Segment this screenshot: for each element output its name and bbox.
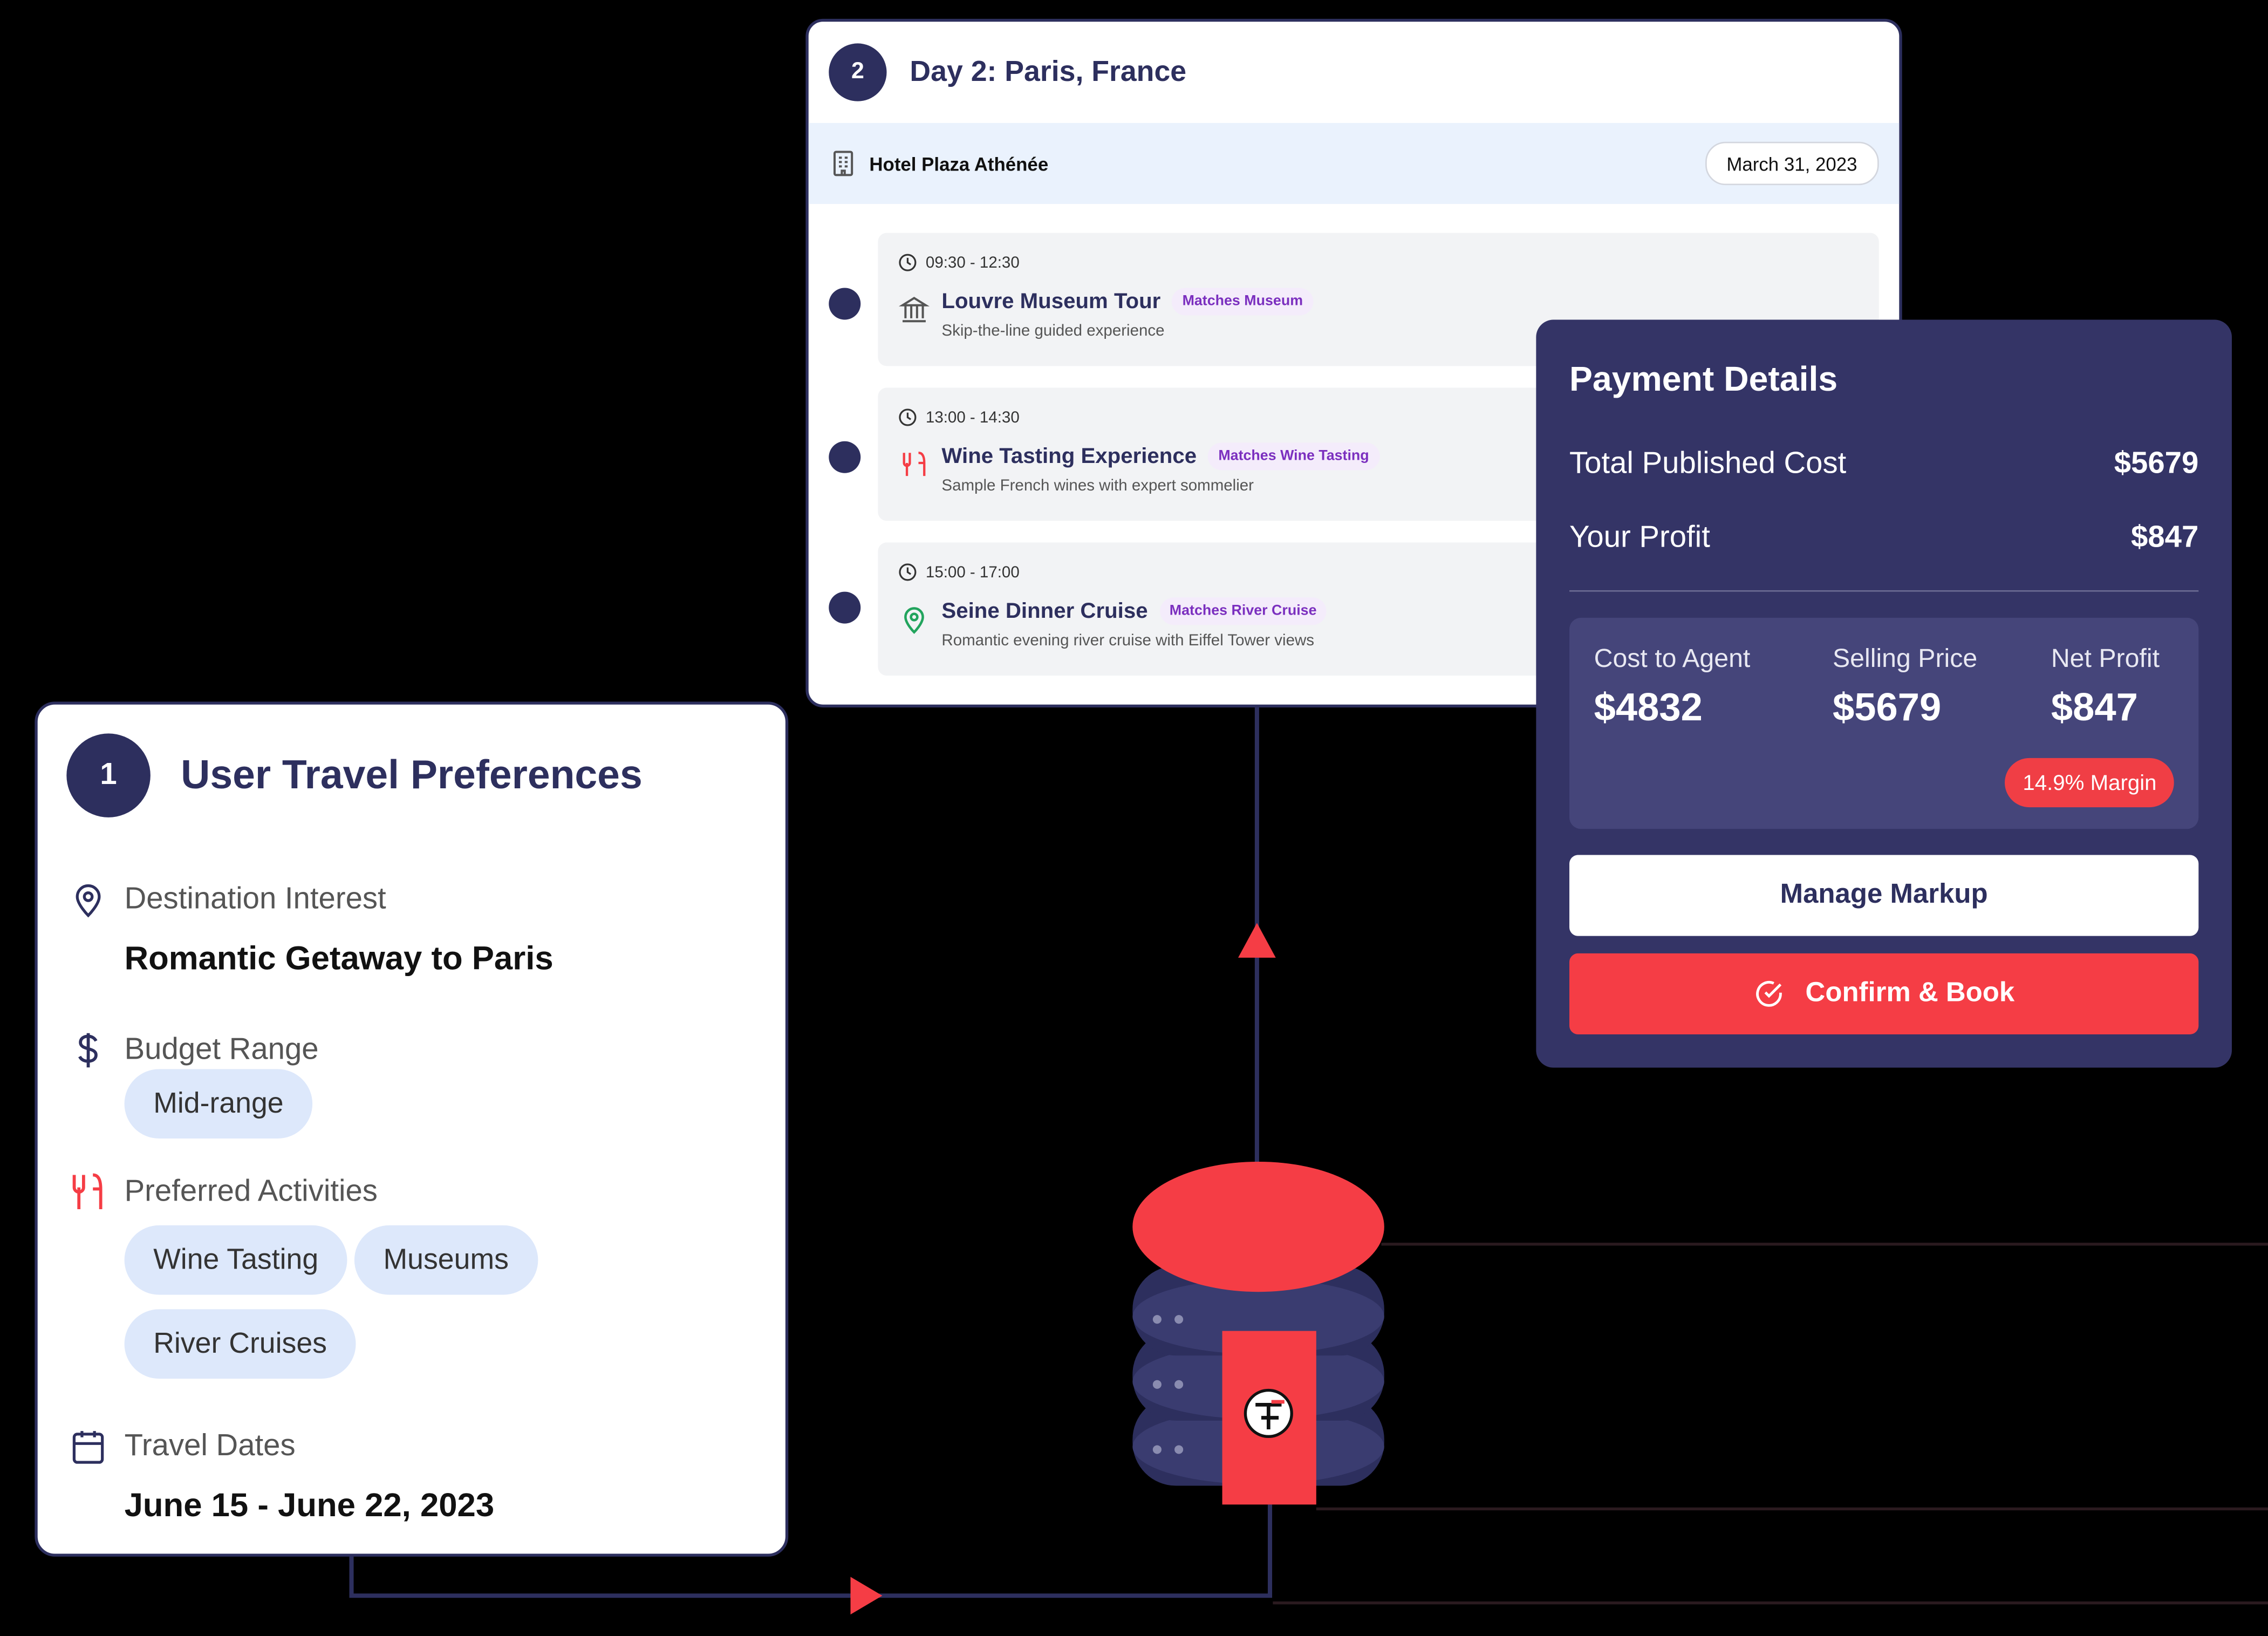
match-badge: Matches Wine Tasting (1208, 442, 1379, 471)
utensils-icon (903, 452, 926, 476)
dollar-icon (78, 1033, 98, 1068)
total-cost-row: Total Published Cost $5679 (1569, 447, 2198, 481)
timeline-dot (829, 441, 861, 473)
check-circle-icon (1756, 981, 1782, 1007)
database-icon (1132, 1161, 1384, 1505)
activity-chip[interactable]: River Cruises (124, 1309, 356, 1379)
profit-row: Your Profit $847 (1569, 521, 2198, 555)
divider (1569, 590, 2199, 592)
map-pin-icon (76, 884, 101, 918)
activity-description: Skip-the-line guided experience (941, 322, 1165, 340)
dates-label: Travel Dates (124, 1429, 296, 1463)
activity-description: Romantic evening river cruise with Eiffe… (941, 632, 1315, 650)
net-profit-label: Net Profit (2051, 644, 2160, 673)
activities-label-row: Preferred Activities (70, 1172, 378, 1212)
destination-label: Destination Interest (124, 882, 386, 916)
museum-icon (899, 296, 930, 323)
confirm-book-button[interactable]: Confirm & Book (1569, 953, 2199, 1035)
destination-value: Romantic Getaway to Paris (124, 939, 554, 977)
activities-label: Preferred Activities (124, 1175, 378, 1208)
clock-icon (899, 408, 917, 426)
net-profit: Net Profit $847 (2051, 644, 2160, 731)
date-pill: March 31, 2023 (1705, 141, 1879, 186)
clock-icon (899, 563, 917, 581)
activity-title: Wine Tasting Experience (941, 444, 1197, 469)
preferences-header: 1 User Travel Preferences (66, 733, 643, 817)
travel-preferences-card: 1 User Travel Preferences Destination In… (35, 701, 789, 1557)
activity-time: 13:00 - 14:30 (898, 408, 1020, 427)
pricing-breakdown: Cost to Agent $4832 Selling Price $5679 … (1569, 617, 2199, 829)
day-title: Day 2: Paris, France (910, 56, 1187, 88)
day-number-badge: 2 (829, 43, 887, 101)
cost-to-agent: Cost to Agent $4832 (1594, 644, 1751, 731)
budget-label-row: Budget Range (70, 1030, 319, 1071)
profit-value: $847 (2131, 521, 2199, 554)
total-cost-label: Total Published Cost (1569, 447, 1847, 481)
activity-title: Louvre Museum Tour (941, 289, 1161, 314)
hotel-name: Hotel Plaza Athénée (869, 152, 1049, 175)
selling-price-label: Selling Price (1832, 644, 1978, 673)
profit-label: Your Profit (1569, 521, 1710, 554)
destination-label-row: Destination Interest (70, 881, 386, 919)
cost-to-agent-value: $4832 (1594, 685, 1703, 730)
activity-chip[interactable]: Museums (354, 1225, 538, 1295)
budget-chip[interactable]: Mid-range (124, 1069, 313, 1139)
activity-time-text: 09:30 - 12:30 (925, 254, 1020, 271)
utensils-icon (72, 1173, 103, 1210)
total-cost-value: $5679 (2114, 447, 2199, 481)
match-badge: Matches River Cruise (1159, 597, 1327, 625)
timeline-dot (829, 288, 861, 320)
dates-value: June 15 - June 22, 2023 (124, 1485, 495, 1524)
manage-markup-label: Manage Markup (1780, 880, 1988, 910)
net-profit-value: $847 (2051, 685, 2138, 730)
hotel-bar: Hotel Plaza Athénée March 31, 2023 (808, 122, 1900, 204)
preferences-title: User Travel Preferences (181, 752, 643, 797)
clock-icon (899, 254, 917, 271)
arrow-right-icon (850, 1577, 883, 1615)
selling-price-value: $5679 (1832, 685, 1942, 730)
payment-details-card: Payment Details Total Published Cost $56… (1536, 319, 2232, 1068)
activity-chip[interactable]: Wine Tasting (124, 1225, 347, 1295)
dates-label-row: Travel Dates (70, 1428, 296, 1465)
selling-price: Selling Price $5679 (1833, 644, 1977, 731)
payment-title: Payment Details (1569, 360, 1838, 399)
match-badge: Matches Museum (1172, 288, 1313, 316)
budget-label: Budget Range (124, 1033, 319, 1066)
map-pin-icon (904, 607, 924, 634)
activity-time-text: 15:00 - 17:00 (925, 563, 1020, 581)
activity-time: 15:00 - 17:00 (898, 563, 1020, 582)
timeline-dot (829, 591, 861, 624)
arrow-up-icon (1238, 923, 1276, 958)
day-header: 2 Day 2: Paris, France (809, 22, 1900, 123)
margin-badge: 14.9% Margin (2005, 758, 2174, 808)
manage-markup-button[interactable]: Manage Markup (1569, 855, 2199, 936)
building-icon (833, 151, 853, 176)
confirm-book-label: Confirm & Book (1805, 978, 2015, 1008)
activity-time-text: 13:00 - 14:30 (925, 408, 1020, 426)
calendar-icon (72, 1431, 104, 1464)
step-number-badge: 1 (66, 733, 151, 817)
cost-to-agent-label: Cost to Agent (1594, 644, 1751, 673)
activity-time: 09:30 - 12:30 (898, 253, 1020, 272)
activity-description: Sample French wines with expert sommelie… (941, 477, 1254, 495)
activity-title: Seine Dinner Cruise (941, 598, 1148, 624)
